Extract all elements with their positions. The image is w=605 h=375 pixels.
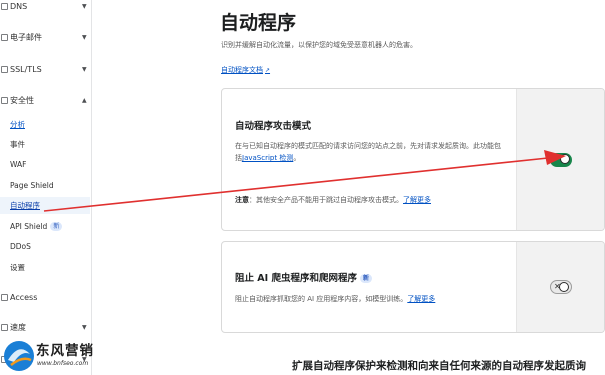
sidebar-subitem-label: 设置 [10, 263, 25, 272]
sidebar-subitem-analytics[interactable]: 分析 [0, 116, 90, 133]
chevron-down-icon: ▼ [82, 33, 87, 41]
dns-icon [1, 2, 8, 10]
watermark-url: www.bnfseo.com [37, 360, 89, 367]
learn-more-link[interactable]: 了解更多 [403, 196, 431, 204]
watermark-title: 东风营销 [36, 343, 94, 359]
page: DNS ▼ 电子邮件 ▼ SSL/TLS ▼ 安全性 ▲ 分析 事件 WAF P… [0, 0, 605, 375]
sidebar-item-security[interactable]: 安全性 ▲ [0, 91, 92, 109]
docs-link-label: 自动程序文档 [221, 66, 263, 74]
sidebar-subitem-events[interactable]: 事件 [0, 136, 90, 153]
chevron-up-icon: ▲ [82, 96, 87, 104]
sidebar-item-label: SSL/TLS [10, 64, 42, 74]
new-badge: 新 [50, 222, 63, 232]
card-note: 注意：其他安全产品不能用于跳过自动程序攻击模式。了解更多 [235, 195, 431, 205]
external-link-icon: ↗ [265, 67, 271, 74]
speed-icon [1, 323, 8, 331]
lock-icon [1, 65, 8, 73]
toggle-knob [560, 154, 570, 164]
sidebar-subitem-bots[interactable]: 自动程序 [0, 197, 90, 214]
sidebar-subitem-ddos[interactable]: DDoS [0, 238, 90, 255]
sidebar-subitem-label: Page Shield [10, 181, 54, 190]
sidebar-item-label: 电子邮件 [10, 32, 42, 42]
card-toggle-panel: ✓ [516, 89, 604, 230]
javascript-detection-link[interactable]: JavaScript 检测 [242, 154, 293, 162]
sidebar-subitem-label: DDoS [10, 242, 31, 251]
main-content: 自动程序 识别并缓解自动化流量，以保护您的域免受恶意机器人的危害。 自动程序文档… [92, 0, 605, 375]
new-badge: 新 [360, 274, 373, 283]
sidebar-subitem-api-shield[interactable]: API Shield 新 [0, 218, 90, 235]
card-toggle-panel: ✕ [516, 242, 604, 332]
sidebar: DNS ▼ 电子邮件 ▼ SSL/TLS ▼ 安全性 ▲ 分析 事件 WAF P… [0, 0, 92, 375]
card-title: 阻止 AI 爬虫程序和爬网程序新 [235, 270, 373, 284]
sidebar-subitem-waf[interactable]: WAF [0, 156, 90, 173]
sidebar-item-access[interactable]: Access [0, 288, 92, 306]
sidebar-item-dns[interactable]: DNS ▼ [0, 0, 92, 15]
card-description: 阻止自动程序抓取您的 AI 应用程序内容，如模型训练。了解更多 [235, 293, 505, 305]
card-description: 在与已知自动程序的模式匹配的请求访问您的站点之前，先对请求发起质询。此功能包括J… [235, 140, 505, 164]
block-ai-bots-toggle[interactable]: ✕ [550, 280, 572, 294]
card-description-text: 阻止自动程序抓取您的 AI 应用程序内容，如模型训练。 [235, 295, 408, 303]
chevron-down-icon: ▼ [82, 65, 87, 73]
chevron-down-icon: ▼ [82, 2, 87, 10]
sidebar-item-label: DNS [10, 1, 28, 11]
sidebar-subitem-page-shield[interactable]: Page Shield [0, 177, 90, 194]
bots-docs-link[interactable]: 自动程序文档 ↗ [221, 65, 270, 75]
sidebar-subitem-settings[interactable]: 设置 [0, 259, 90, 276]
note-text: ：其他安全产品不能用于跳过自动程序攻击模式。 [249, 196, 403, 204]
api-shield-label: API Shield [10, 221, 48, 231]
bot-fight-mode-card: 自动程序攻击模式 在与已知自动程序的模式匹配的请求访问您的站点之前，先对请求发起… [221, 88, 605, 231]
card-description-end: 。 [293, 154, 301, 162]
shield-icon [1, 96, 8, 104]
email-icon [1, 33, 8, 41]
sidebar-item-label: 安全性 [10, 95, 34, 105]
sidebar-subitem-label: 事件 [10, 140, 25, 149]
sidebar-item-label: Access [10, 292, 38, 302]
sidebar-item-speed[interactable]: 速度 ▼ [0, 318, 92, 336]
sidebar-subitem-label: WAF [10, 160, 27, 169]
page-description: 识别并缓解自动化流量，以保护您的域免受恶意机器人的危害。 [221, 41, 417, 49]
toggle-knob [559, 282, 569, 292]
sidebar-item-email[interactable]: 电子邮件 ▼ [0, 28, 92, 46]
card-title-text: 阻止 AI 爬虫程序和爬网程序 [235, 273, 358, 284]
access-icon [1, 293, 8, 301]
page-title: 自动程序 [220, 12, 297, 34]
learn-more-link[interactable]: 了解更多 [407, 295, 435, 303]
note-label: 注意 [235, 196, 249, 204]
sidebar-item-ssl[interactable]: SSL/TLS ▼ [0, 60, 92, 78]
chevron-down-icon: ▼ [82, 323, 87, 331]
section-heading: 扩展自动程序保护来检测和向来自任何来源的自动程序发起质询 [292, 360, 586, 372]
sidebar-subitem-label: 自动程序 [10, 201, 40, 210]
sidebar-subitem-label: API Shield 新 [10, 221, 63, 232]
sidebar-item-label: 速度 [10, 322, 26, 332]
card-title: 自动程序攻击模式 [235, 121, 312, 132]
sidebar-subitem-label: 分析 [10, 120, 25, 129]
bot-fight-mode-toggle[interactable]: ✓ [550, 153, 572, 167]
block-ai-bots-card: 阻止 AI 爬虫程序和爬网程序新 阻止自动程序抓取您的 AI 应用程序内容，如模… [221, 241, 605, 333]
